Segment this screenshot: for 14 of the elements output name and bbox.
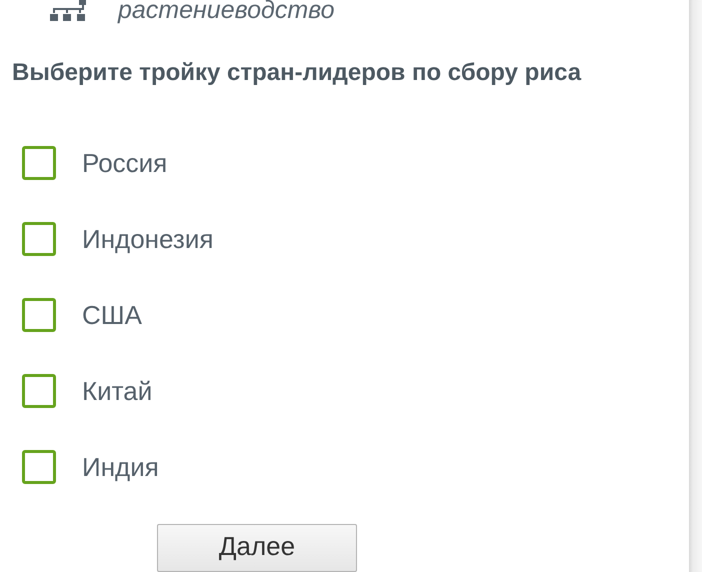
- option-label: США: [82, 300, 142, 330]
- option-label: Китай: [82, 376, 152, 406]
- question-text: Выберите тройку стран-лидеров по сбору риса: [12, 59, 582, 87]
- hierarchy-icon: [50, 0, 87, 22]
- option-label: Индонезия: [82, 224, 214, 254]
- checkbox[interactable]: [22, 146, 56, 180]
- option-label: Россия: [82, 148, 168, 178]
- category-label: растениеводство: [118, 0, 335, 22]
- checkbox[interactable]: [22, 450, 56, 484]
- checkbox[interactable]: [22, 298, 56, 332]
- next-button[interactable]: Далее: [157, 524, 357, 572]
- checkbox[interactable]: [22, 222, 56, 256]
- option-label: Индия: [82, 452, 159, 482]
- checkbox[interactable]: [22, 374, 56, 408]
